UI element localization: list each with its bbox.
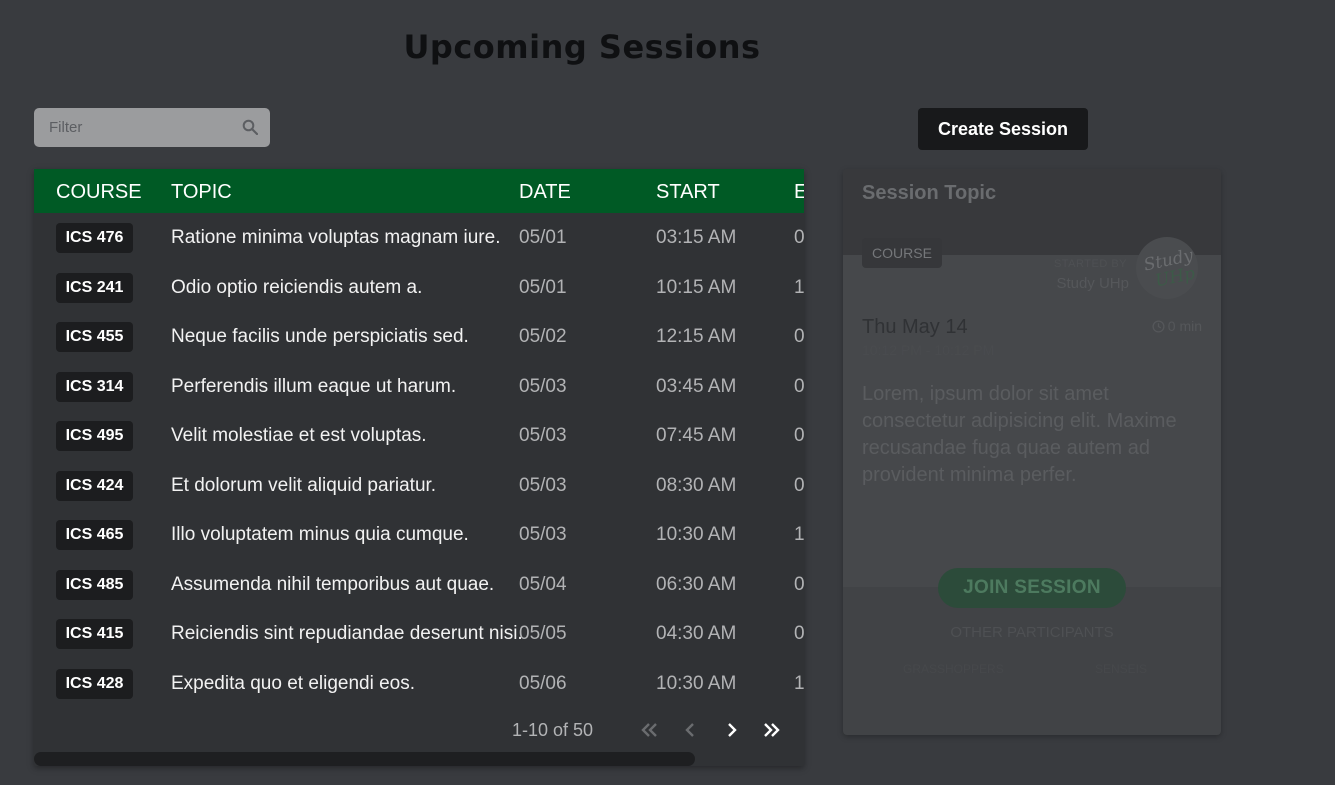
column-header-topic[interactable]: TOPIC — [171, 169, 232, 213]
previous-page-icon[interactable] — [680, 720, 702, 740]
start-cell: 03:45 AM — [656, 375, 737, 397]
first-page-icon[interactable] — [638, 720, 660, 740]
topic-cell: Neque facilis unde perspiciatis sed. — [171, 326, 469, 347]
started-by-label: STARTED BY — [1053, 258, 1127, 270]
table-row[interactable]: ICS 495 Velit molestiae et est voluptas.… — [34, 411, 804, 461]
table-row[interactable]: ICS 465 Illo voluptatem minus quia cumqu… — [34, 510, 804, 560]
course-chip: ICS 241 — [56, 272, 133, 303]
topic-cell: Illo voluptatem minus quia cumque. — [171, 524, 469, 545]
end-cell: 0 — [794, 227, 804, 248]
end-cell: 0 — [794, 474, 804, 496]
date-cell: 05/03 — [519, 524, 567, 545]
start-cell: 10:15 AM — [656, 276, 737, 298]
duration-text: 0 min — [1167, 318, 1202, 334]
column-header-end[interactable]: E — [794, 169, 804, 213]
search-icon[interactable] — [242, 119, 258, 135]
date-cell: 05/05 — [519, 623, 567, 644]
pagination: 1-10 of 50 — [34, 708, 804, 752]
end-cell: 0 — [794, 573, 804, 595]
date-cell: 05/04 — [519, 573, 567, 595]
end-cell: 0 — [794, 326, 804, 347]
table-row[interactable]: ICS 415 Reiciendis sint repudiandae dese… — [34, 609, 804, 659]
last-page-icon[interactable] — [761, 720, 783, 740]
topic-cell: Expedita quo et eligendi eos. — [171, 672, 416, 694]
course-chip: ICS 415 — [56, 619, 133, 649]
horizontal-scrollbar-thumb[interactable] — [34, 752, 695, 766]
topic-cell: Et dolorum velit aliquid pariatur. — [171, 474, 437, 496]
start-cell: 06:30 AM — [656, 573, 737, 595]
next-page-icon[interactable] — [721, 720, 743, 740]
page-title: Upcoming Sessions — [403, 28, 761, 66]
session-duration: 0 min — [1152, 318, 1202, 334]
start-cell: 12:15 AM — [656, 326, 737, 347]
table-header: COURSE TOPIC DATE START E — [34, 169, 804, 213]
session-description: Lorem, ipsum dolor sit amet consectetur … — [862, 383, 1177, 486]
start-cell: 10:30 AM — [656, 524, 737, 545]
end-cell: 1 — [794, 276, 804, 298]
date-cell: 05/03 — [519, 474, 567, 496]
create-session-button[interactable]: Create Session — [918, 108, 1088, 150]
topic-cell: Odio optio reiciendis autem a. — [171, 276, 423, 298]
date-cell: 05/01 — [519, 276, 567, 298]
start-cell: 10:30 AM — [656, 672, 737, 694]
table-row[interactable]: ICS 314 Perferendis illum eaque ut harum… — [34, 362, 804, 412]
table-row[interactable]: ICS 485 Assumenda nihil temporibus aut q… — [34, 560, 804, 610]
course-chip: ICS 465 — [56, 520, 133, 550]
topic-cell: Reiciendis sint repudiandae deserunt nis… — [171, 623, 523, 644]
session-time-range: 10:12 PM - 10:12 PM — [862, 342, 995, 358]
start-cell: 07:45 AM — [656, 425, 737, 446]
start-cell: 08:30 AM — [656, 474, 737, 496]
date-cell: 05/06 — [519, 672, 567, 694]
column-header-course[interactable]: COURSE — [56, 169, 142, 213]
started-by-name: Study UHp — [1056, 275, 1129, 292]
other-participants-heading: OTHER PARTICIPANTS — [950, 624, 1114, 641]
date-cell: 05/02 — [519, 326, 567, 347]
table-body: ICS 476 Ratione minima voluptas magnam i… — [34, 213, 804, 708]
sessions-table: COURSE TOPIC DATE START E ICS 476 Ration… — [34, 169, 804, 766]
topic-cell: Velit molestiae et est voluptas. — [171, 425, 427, 446]
table-row[interactable]: ICS 428 Expedita quo et eligendi eos. 05… — [34, 659, 804, 709]
end-cell: 0 — [794, 425, 804, 446]
senseis-label: SENSEIS — [1095, 662, 1148, 676]
course-chip: ICS 424 — [56, 470, 133, 501]
column-header-start[interactable]: START — [656, 169, 720, 213]
session-date: Thu May 14 — [862, 316, 968, 338]
end-cell: 1 — [794, 524, 804, 545]
course-chip: ICS 495 — [56, 421, 133, 451]
course-chip: ICS 428 — [56, 668, 133, 699]
session-topic: Session Topic — [862, 182, 997, 204]
date-cell: 05/01 — [519, 227, 567, 248]
join-session-button[interactable]: JOIN SESSION — [938, 568, 1126, 608]
table-row[interactable]: ICS 455 Neque facilis unde perspiciatis … — [34, 312, 804, 362]
course-chip: ICS 476 — [56, 223, 133, 253]
date-cell: 05/03 — [519, 375, 567, 397]
grasshoppers-label: GRASSHOPPERS — [903, 662, 1004, 676]
session-detail-card: Session Topic COURSE STARTED BY Study UH… — [843, 169, 1221, 735]
end-cell: 0 — [794, 375, 804, 397]
course-badge: COURSE — [862, 238, 942, 268]
date-cell: 05/03 — [519, 425, 567, 446]
table-row[interactable]: ICS 476 Ratione minima voluptas magnam i… — [34, 213, 804, 263]
filter-input[interactable] — [34, 108, 234, 147]
course-chip: ICS 485 — [56, 569, 133, 600]
start-cell: 04:30 AM — [656, 623, 737, 644]
start-cell: 03:15 AM — [656, 227, 737, 248]
filter-box[interactable] — [34, 108, 270, 147]
column-header-date[interactable]: DATE — [519, 169, 571, 213]
course-chip: ICS 455 — [56, 322, 133, 352]
table-row[interactable]: ICS 241 Odio optio reiciendis autem a. 0… — [34, 263, 804, 313]
course-chip: ICS 314 — [56, 371, 133, 402]
end-cell: 0 — [794, 623, 804, 644]
end-cell: 1 — [794, 672, 804, 694]
topic-cell: Assumenda nihil temporibus aut quae. — [171, 573, 495, 595]
clock-icon — [1152, 320, 1165, 333]
study-uhp-logo: Study UHp — [1136, 237, 1198, 299]
table-row[interactable]: ICS 424 Et dolorum velit aliquid pariatu… — [34, 461, 804, 511]
pagination-range: 1-10 of 50 — [512, 720, 594, 740]
topic-cell: Perferendis illum eaque ut harum. — [171, 375, 457, 397]
topic-cell: Ratione minima voluptas magnam iure. — [171, 227, 501, 248]
